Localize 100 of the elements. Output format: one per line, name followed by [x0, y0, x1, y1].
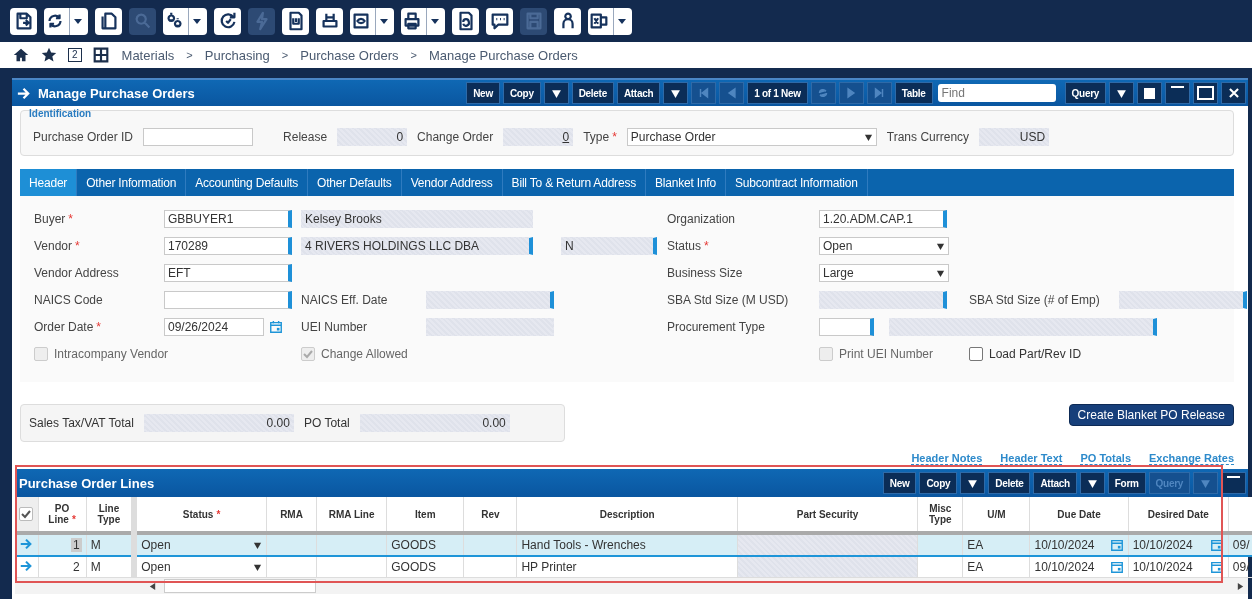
input-field[interactable]: 170289: [164, 237, 292, 255]
maximize-button[interactable]: [1193, 82, 1218, 104]
gears-tool[interactable]: [163, 7, 207, 35]
eye-document-tool[interactable]: [350, 7, 394, 35]
status-select[interactable]: Open: [141, 560, 262, 574]
toolbar-button[interactable]: Attach: [616, 82, 661, 104]
row-arrow-icon[interactable]: [19, 536, 33, 551]
date-cell[interactable]: 10/10/2024: [1034, 560, 1095, 574]
link[interactable]: PO Totals: [1080, 452, 1131, 465]
calendar-icon[interactable]: [1209, 538, 1224, 552]
caret-icon[interactable]: [430, 16, 440, 26]
close-button[interactable]: [1221, 82, 1246, 104]
date-field[interactable]: 09/26/2024: [164, 318, 264, 336]
dropdown-button[interactable]: [543, 82, 569, 104]
toolbar-button[interactable]: 1 of 1 New: [747, 82, 808, 104]
column-header[interactable]: Status *: [134, 497, 267, 533]
breadcrumb-link[interactable]: Purchase Orders: [300, 47, 399, 63]
toolbar-button[interactable]: Delete: [988, 472, 1031, 494]
input-field[interactable]: [819, 318, 874, 336]
minimize-button[interactable]: [1165, 82, 1190, 104]
refresh-tool[interactable]: [44, 7, 88, 35]
breadcrumb-link[interactable]: Purchasing: [204, 47, 270, 63]
breadcrumb-link[interactable]: Manage Purchase Orders: [428, 47, 578, 63]
stop-button[interactable]: [1137, 82, 1162, 104]
table-cell: M: [90, 538, 101, 552]
change-order-link[interactable]: 0: [562, 130, 570, 144]
link[interactable]: Exchange Rates: [1149, 452, 1234, 465]
dropdown-button[interactable]: [663, 82, 689, 104]
dropdown-button[interactable]: [1109, 82, 1134, 104]
column-header[interactable]: PO Line *: [38, 497, 87, 533]
input-field[interactable]: 1.20.ADM.CAP.1: [819, 210, 947, 228]
find-field[interactable]: Find: [937, 84, 1056, 102]
breadcrumb-link[interactable]: Materials: [121, 47, 175, 63]
minimize-button[interactable]: [1221, 472, 1246, 494]
table-cell: EA: [967, 538, 984, 552]
table-cell: EA: [967, 560, 984, 574]
table-row[interactable]: 1 M Open GOODS Hand Tools - Wrenches EA 10/10/2024 10/10/2024 09/: [15, 533, 1252, 556]
home-icon[interactable]: [12, 46, 30, 64]
input-field[interactable]: EFT: [164, 264, 292, 282]
open-windows-count[interactable]: 2: [68, 48, 82, 62]
column-header[interactable]: Rev: [463, 497, 517, 533]
scroll-right-icon[interactable]: [1236, 581, 1245, 591]
readonly-field: N: [561, 237, 657, 255]
toolbar-button[interactable]: Attach: [1033, 472, 1077, 494]
column-header[interactable]: Due Date: [1029, 497, 1129, 533]
caret-icon[interactable]: [617, 16, 627, 26]
breadcrumb-separator: >: [186, 49, 193, 61]
caret-icon: [967, 477, 979, 489]
grid-icon[interactable]: [91, 46, 110, 64]
toolbar-button[interactable]: Form: [1107, 472, 1146, 494]
dropdown-button[interactable]: [1079, 472, 1105, 494]
column-header[interactable]: Line Type: [86, 497, 135, 533]
select-field[interactable]: Open: [819, 237, 949, 255]
select-field[interactable]: Large: [819, 264, 949, 282]
link[interactable]: Header Text: [1000, 452, 1063, 465]
readonly-field: 4 RIVERS HOLDINGS LLC DBA: [301, 237, 533, 255]
toolbar-button[interactable]: Copy: [502, 82, 541, 104]
checkbox[interactable]: [969, 347, 983, 361]
tab[interactable]: Header: [20, 169, 78, 196]
caret-icon[interactable]: [379, 16, 389, 26]
column-header[interactable]: Misc Type: [917, 497, 963, 533]
toolbar-button[interactable]: New: [882, 472, 917, 494]
printer-icon[interactable]: [401, 10, 423, 32]
create-release-button[interactable]: Create Blanket PO Release: [1068, 404, 1234, 426]
input-field[interactable]: [143, 128, 254, 146]
field-label: NAICS Eff. Date: [301, 293, 389, 307]
calendar-icon[interactable]: [1109, 560, 1124, 574]
calendar-icon[interactable]: [1109, 538, 1124, 552]
column-header[interactable]: RMA Line: [316, 497, 387, 533]
toolbar-button[interactable]: Copy: [919, 472, 958, 494]
column-header[interactable]: Part Security: [737, 497, 918, 533]
date-cell[interactable]: 10/10/2024: [1132, 560, 1193, 574]
toolbar-button[interactable]: Table: [894, 82, 933, 104]
input-field[interactable]: GBBUYER1: [164, 210, 292, 228]
calendar-icon[interactable]: [1209, 560, 1224, 574]
star-icon[interactable]: [40, 46, 58, 64]
column-header[interactable]: U/M: [962, 497, 1030, 533]
toolbar-button[interactable]: New: [466, 82, 500, 104]
caret-icon[interactable]: [73, 16, 83, 26]
select-all-checkbox[interactable]: [19, 506, 34, 521]
column-header[interactable]: Desired Date: [1128, 497, 1229, 533]
caret-icon[interactable]: [192, 16, 202, 26]
type-select[interactable]: Purchase Order: [626, 128, 877, 146]
spreadsheet-tool[interactable]: [588, 7, 632, 35]
calendar-icon[interactable]: [269, 320, 283, 334]
panel-title: Purchase Order Lines: [19, 475, 155, 491]
column-header[interactable]: Item: [386, 497, 464, 533]
dropdown-button[interactable]: [960, 472, 986, 494]
toolbar-button[interactable]: Delete: [571, 82, 614, 104]
printer-tool[interactable]: [401, 7, 445, 35]
toolbar-button[interactable]: Query: [1064, 82, 1106, 104]
column-header[interactable]: Description: [516, 497, 738, 533]
spreadsheet-icon[interactable]: [588, 10, 610, 32]
row-arrow-icon[interactable]: [19, 558, 33, 573]
link[interactable]: Header Notes: [911, 452, 983, 465]
scroll-left-icon[interactable]: [148, 581, 157, 591]
column-header[interactable]: RMA: [266, 497, 317, 533]
readonly-field: USD: [979, 128, 1050, 146]
eye-document-icon[interactable]: [350, 10, 372, 32]
input-field[interactable]: [164, 291, 292, 309]
